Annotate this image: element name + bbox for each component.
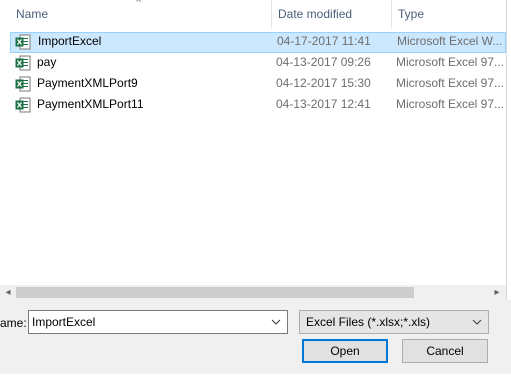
file-type: Microsoft Excel 97... xyxy=(396,97,505,111)
column-name-header[interactable]: Name xyxy=(10,0,270,28)
file-date: 04-13-2017 12:41 xyxy=(276,97,371,111)
file-list[interactable]: ⌃ Name Date modified Type ImportExcel 04… xyxy=(0,0,506,285)
cancel-button[interactable]: Cancel xyxy=(402,339,488,363)
file-name-label: ame: xyxy=(0,316,27,330)
file-type: Microsoft Excel W... xyxy=(397,34,503,48)
scrollbar-thumb[interactable] xyxy=(16,287,414,298)
file-type-select[interactable]: Excel Files (*.xlsx;*.xls) xyxy=(299,310,489,334)
file-name-combobox[interactable] xyxy=(28,310,288,334)
file-row[interactable]: PaymentXMLPort11 04-13-2017 12:41 Micros… xyxy=(10,95,506,116)
column-header: ⌃ Name Date modified Type xyxy=(0,0,506,28)
file-row[interactable]: pay 04-13-2017 09:26 Microsoft Excel 97.… xyxy=(10,53,506,74)
file-name: PaymentXMLPort9 xyxy=(37,76,138,90)
open-button[interactable]: Open xyxy=(302,339,388,363)
file-row[interactable]: PaymentXMLPort9 04-12-2017 15:30 Microso… xyxy=(10,74,506,95)
file-date: 04-13-2017 09:26 xyxy=(276,55,371,69)
vertical-scrollbar[interactable] xyxy=(506,0,511,300)
excel-file-icon xyxy=(15,97,31,113)
file-date: 04-17-2017 11:41 xyxy=(277,34,371,48)
file-type: Microsoft Excel 97... xyxy=(396,55,505,69)
horizontal-scrollbar[interactable]: ◂ ▸ xyxy=(0,285,506,300)
chevron-down-icon[interactable] xyxy=(271,315,281,329)
dialog-bottom-edge xyxy=(0,374,511,378)
excel-file-icon xyxy=(15,76,31,92)
excel-file-icon xyxy=(15,34,31,50)
scroll-right-icon[interactable]: ▸ xyxy=(491,285,503,300)
file-name: PaymentXMLPort11 xyxy=(37,97,144,111)
excel-file-icon xyxy=(15,55,31,71)
column-type-header[interactable]: Type xyxy=(391,0,506,28)
column-date-modified-header[interactable]: Date modified xyxy=(271,0,390,28)
file-type: Microsoft Excel 97... xyxy=(396,76,505,90)
file-name-input[interactable] xyxy=(32,313,262,331)
file-type-select-value: Excel Files (*.xlsx;*.xls) xyxy=(306,315,431,329)
chevron-down-icon xyxy=(472,319,482,325)
file-row[interactable]: ImportExcel 04-17-2017 11:41 Microsoft E… xyxy=(10,32,506,53)
file-name: ImportExcel xyxy=(38,34,102,48)
scroll-left-icon[interactable]: ◂ xyxy=(2,285,14,300)
file-name: pay xyxy=(37,55,57,69)
file-date: 04-12-2017 15:30 xyxy=(276,76,371,90)
